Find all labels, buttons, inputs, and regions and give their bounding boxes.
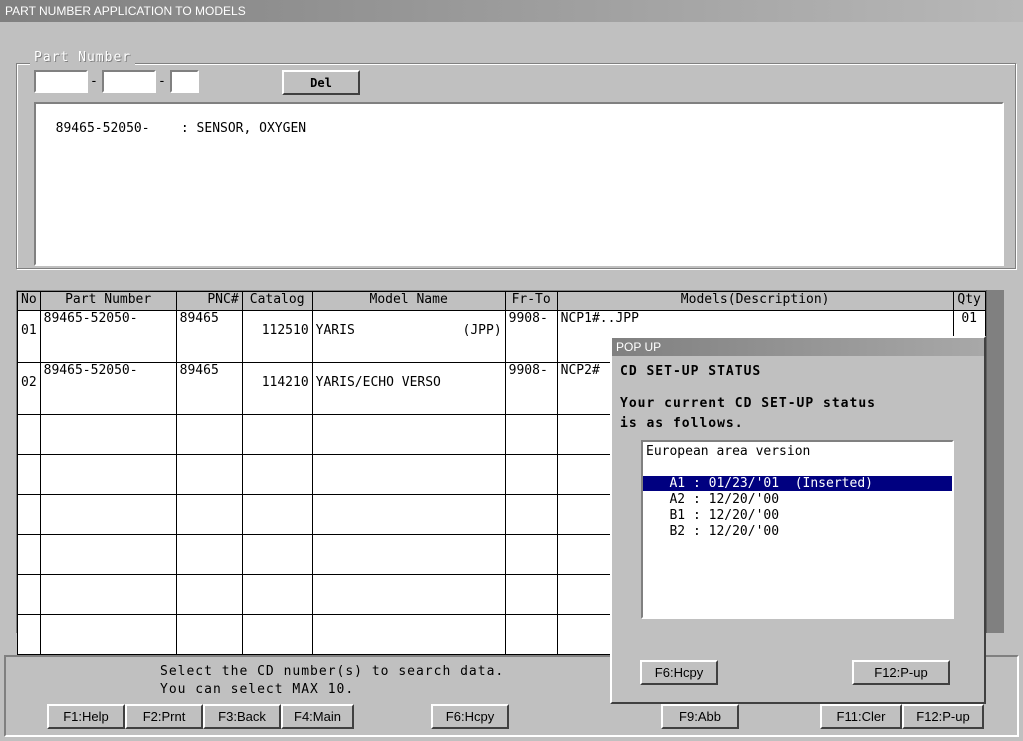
col-header-catalog[interactable]: Catalog [241,291,313,311]
col-header-no[interactable]: No [17,291,41,311]
model-name-text: YARIS [315,323,355,338]
list-item-a1[interactable]: A1 : 01/23/'01 (Inserted) [643,476,952,491]
popup-heading: CD SET-UP STATUS [620,364,762,379]
cell-fr-to: 9908- [504,362,558,415]
model-name-tag: (JPP) [462,323,502,338]
cell-catalog: 112510 [241,310,313,363]
col-header-qty[interactable]: Qty [952,291,986,311]
status-line-1: Select the CD number(s) to search data. [160,664,505,679]
part-number-field-1[interactable] [34,70,88,93]
col-header-pnc[interactable]: PNC# [175,291,243,311]
popup-title: POP UP [612,338,984,356]
f2-print-button[interactable]: F2:Prnt [125,704,203,729]
part-number-field-2[interactable] [102,70,156,93]
cell-model-name: YARIS/ECHO VERSO [311,362,506,415]
col-header-fr-to[interactable]: Fr-To [504,291,558,311]
cell-part-number: 89465-52050- [39,310,177,363]
part-number-group-label: Part Number [30,50,136,65]
f1-help-button[interactable]: F1:Help [47,704,125,729]
status-line-2: You can select MAX 10. [160,682,355,697]
cell-pnc: 89465 [175,310,243,363]
model-name-text: YARIS/ECHO VERSO [315,375,441,390]
f11-clear-button[interactable]: F11:Cler [820,704,902,729]
col-header-model-name[interactable]: Model Name [311,291,506,311]
list-item-a2[interactable]: A2 : 12/20/'00 [643,492,952,507]
popup-f6-hardcopy-button[interactable]: F6:Hcpy [640,660,718,685]
cell-part-number: 89465-52050- [39,362,177,415]
cd-version-list[interactable]: European area version A1 : 01/23/'01 (In… [641,440,954,619]
part-number-field-3[interactable] [170,70,199,93]
f12-popup-button[interactable]: F12:P-up [902,704,984,729]
popup-text-line-2: is as follows. [620,416,744,431]
list-item-b1[interactable]: B1 : 12/20/'00 [643,508,952,523]
col-header-models-description[interactable]: Models(Description) [556,291,954,311]
cell-fr-to: 9908- [504,310,558,363]
cell-model-name: YARIS (JPP) [311,310,506,363]
table-scrollbar[interactable] [986,290,1004,633]
popup-text-line-1: Your current CD SET-UP status [620,396,876,411]
window-title: PART NUMBER APPLICATION TO MODELS [0,0,1023,22]
del-button[interactable]: Del [282,70,360,95]
list-item-blank [643,460,952,475]
f4-main-button[interactable]: F4:Main [281,704,354,729]
f6-hardcopy-button[interactable]: F6:Hcpy [431,704,509,729]
separator-1: - [90,74,98,89]
cell-no: 01 [17,310,41,363]
list-item-header: European area version [646,444,811,459]
part-result-area[interactable]: 89465-52050- : SENSOR, OXYGEN [34,102,1004,266]
separator-2: - [158,74,166,89]
list-item-b2[interactable]: B2 : 12/20/'00 [643,524,952,539]
part-result-text: 89465-52050- : SENSOR, OXYGEN [55,121,307,136]
cell-catalog: 114210 [241,362,313,415]
f9-abbreviation-button[interactable]: F9:Abb [661,704,739,729]
popup-f12-popup-button[interactable]: F12:P-up [852,660,950,685]
cell-no: 02 [17,362,41,415]
cell-pnc: 89465 [175,362,243,415]
col-header-part-number[interactable]: Part Number [39,291,177,311]
f3-back-button[interactable]: F3:Back [203,704,281,729]
